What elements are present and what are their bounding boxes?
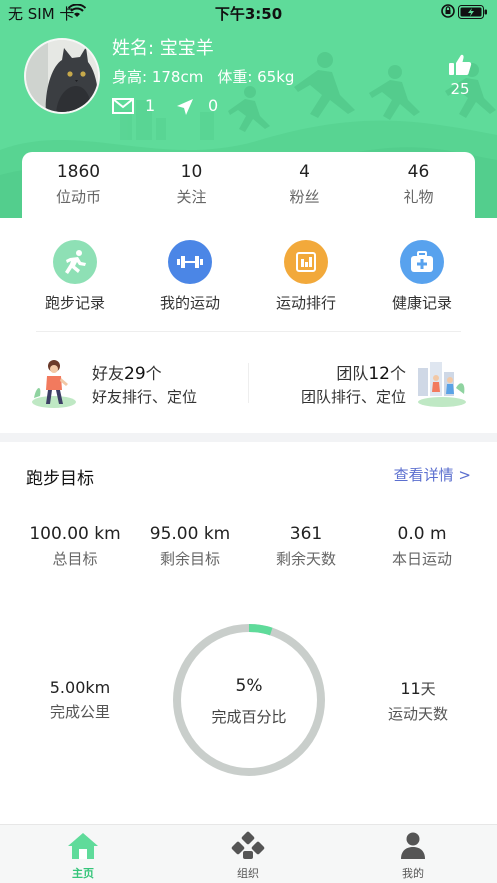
- days-number: 11: [400, 679, 421, 698]
- friends-entry[interactable]: 好友29个 好友排行、定位: [30, 356, 240, 412]
- running-icon: [53, 240, 97, 284]
- metric-label: 总目标: [52, 550, 98, 568]
- tab-label: 主页: [72, 867, 94, 880]
- progress-ring-track: [173, 624, 325, 776]
- teams-label: 团队: [336, 364, 369, 383]
- metric-label: 剩余目标: [159, 550, 220, 568]
- location-count[interactable]: 0: [208, 96, 218, 115]
- friends-illustration-icon: [32, 360, 76, 408]
- tab-mine[interactable]: 我的: [363, 831, 463, 881]
- teams-unit: 个: [389, 364, 406, 383]
- goal-metric-total: 100.00 km 总目标: [13, 524, 137, 569]
- teams-count: 12: [368, 364, 390, 384]
- exercise-days-value: 11天: [356, 678, 480, 699]
- stats-card: 1860 位动币 10 关注 4 粉丝 46 礼物: [22, 152, 475, 222]
- view-details-link[interactable]: 查看详情 >: [394, 464, 471, 485]
- quick-action-label: 运动排行: [275, 294, 336, 312]
- profile-icon: [401, 832, 425, 859]
- quick-actions-section: 跑步记录 我的运动 运动排行 健康记录 好友29个 好友排行、定位 团队12个 …: [0, 218, 497, 433]
- stat-label: 粉丝: [289, 188, 320, 206]
- tab-home[interactable]: 主页: [33, 831, 133, 881]
- tab-organization[interactable]: 组织: [198, 831, 298, 881]
- avatar[interactable]: [24, 38, 100, 114]
- metric-value: 361: [289, 524, 323, 544]
- friends-unit: 个: [145, 364, 162, 383]
- days-unit: 天: [420, 680, 436, 698]
- quick-action-label: 健康记录: [391, 294, 452, 312]
- message-count[interactable]: 1: [145, 96, 155, 115]
- stat-value: 10: [180, 162, 203, 182]
- exercise-days-label: 运动天数: [387, 705, 448, 723]
- like-button[interactable]: 25: [445, 54, 475, 98]
- teams-entry[interactable]: 团队12个 团队排行、定位: [262, 356, 472, 412]
- vertical-divider: [248, 363, 249, 403]
- my-sports-button[interactable]: 我的运动: [140, 240, 240, 313]
- sports-ranking-button[interactable]: 运动排行: [256, 240, 356, 313]
- stat-following[interactable]: 10 关注: [135, 162, 248, 207]
- teams-title: 团队12个: [336, 360, 406, 384]
- completion-percent: 5%: [235, 676, 263, 696]
- quick-action-label: 跑步记录: [44, 294, 105, 312]
- metric-label: 本日运动: [391, 550, 452, 568]
- friends-label: 好友: [92, 364, 125, 383]
- friends-title: 好友29个: [92, 360, 162, 384]
- running-goal-section: 跑步目标 查看详情 > 100.00 km 总目标 95.00 km 剩余目标 …: [0, 442, 497, 824]
- weight-text: 体重: 65kg: [217, 68, 295, 86]
- section-divider: [36, 331, 461, 332]
- location-arrow-icon[interactable]: [176, 98, 194, 120]
- team-illustration-icon: [418, 362, 466, 407]
- status-time: 下午3:50: [214, 5, 283, 23]
- teams-subtitle: 团队排行、定位: [300, 388, 406, 406]
- goal-title: 跑步目标: [26, 469, 94, 489]
- body-info: 身高: 178cm 体重: 65kg: [112, 66, 294, 87]
- completed-km-label: 完成公里: [49, 703, 110, 721]
- stat-label: 位动币: [55, 188, 101, 206]
- metric-value: 95.00 km: [149, 524, 231, 544]
- friends-subtitle: 好友排行、定位: [92, 388, 198, 406]
- goal-metric-remaining: 95.00 km 剩余目标: [128, 524, 252, 569]
- bottom-tab-bar: 主页 组织 我的: [0, 824, 497, 883]
- status-bar: 无 SIM 卡 下午3:50: [0, 0, 497, 26]
- completion-percent-label: 完成百分比: [211, 708, 287, 726]
- metric-label: 剩余天数: [275, 550, 336, 568]
- friends-count: 29: [124, 364, 146, 384]
- goal-metric-today: 0.0 m 本日运动: [360, 524, 484, 569]
- battery-icon: [458, 5, 488, 23]
- quick-action-label: 我的运动: [159, 294, 220, 312]
- home-icon: [68, 833, 98, 859]
- stat-label: 礼物: [403, 188, 434, 206]
- organization-icon: [231, 831, 265, 859]
- health-record-button[interactable]: 健康记录: [372, 240, 472, 313]
- stat-label: 关注: [176, 188, 207, 206]
- running-record-button[interactable]: 跑步记录: [25, 240, 125, 313]
- user-name: 姓名: 宝宝羊: [112, 38, 214, 59]
- metric-value: 0.0 m: [397, 524, 447, 544]
- stat-value: 1860: [56, 162, 101, 182]
- mail-icon[interactable]: [112, 98, 134, 118]
- ranking-icon: [284, 240, 328, 284]
- progress-ring: [173, 624, 325, 776]
- stat-coins[interactable]: 1860 位动币: [22, 162, 135, 207]
- metric-value: 100.00 km: [29, 524, 121, 544]
- stat-value: 46: [407, 162, 430, 182]
- tab-label: 组织: [237, 867, 259, 880]
- like-count: 25: [450, 80, 470, 98]
- stat-value: 4: [299, 162, 310, 182]
- stat-gifts[interactable]: 46 礼物: [362, 162, 475, 207]
- thumbs-up-icon: [449, 54, 472, 75]
- goal-metric-days-left: 361 剩余天数: [244, 524, 368, 569]
- rotation-lock-icon: [441, 4, 455, 22]
- height-text: 身高: 178cm: [112, 68, 204, 86]
- medical-kit-icon: [400, 240, 444, 284]
- completed-km-value: 5.00km: [49, 678, 111, 697]
- completed-km-stat: 5.00km 完成公里: [18, 678, 142, 722]
- exercise-days-stat: 11天 运动天数: [356, 678, 480, 724]
- stat-followers[interactable]: 4 粉丝: [248, 162, 361, 207]
- dumbbell-icon: [168, 240, 212, 284]
- tab-label: 我的: [402, 867, 424, 880]
